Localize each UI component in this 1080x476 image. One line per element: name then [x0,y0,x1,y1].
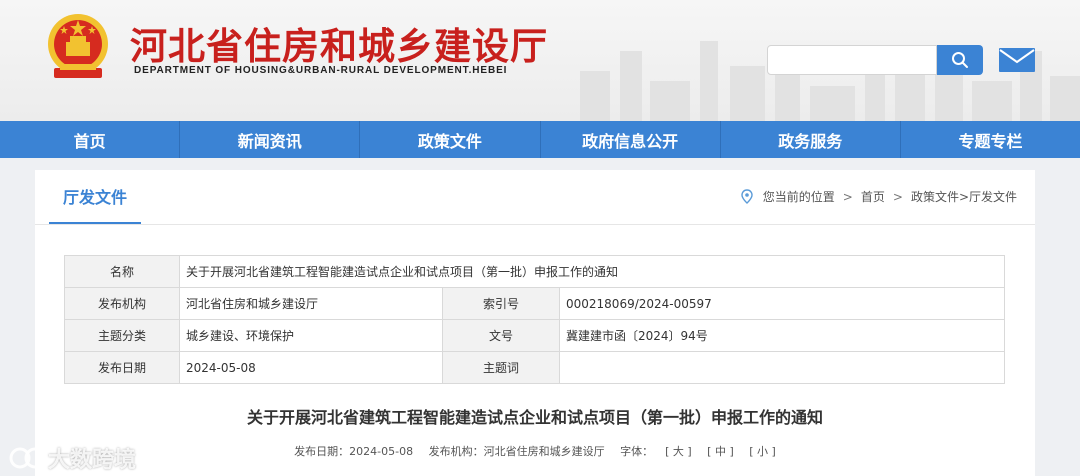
breadcrumb-separator: > [892,189,903,204]
site-subtitle: DEPARTMENT OF HOUSING&URBAN-RURAL DEVELO… [134,65,508,76]
table-row: 主题分类 城乡建设、环境保护 文号 冀建建市函〔2024〕94号 [64,319,1005,352]
article-date: 发布日期：2024-05-08 [294,445,414,458]
topic-value: 城乡建设、环境保护 [179,319,443,352]
font-size-label: 字体： [620,445,654,458]
main-nav: 首页 新闻资讯 政策文件 政府信息公开 政务服务 专题专栏 [0,121,1080,158]
breadcrumb-prefix: 您当前的位置 [762,190,835,204]
category-tab[interactable]: 厅发文件 [49,170,141,224]
watermark-text: 大数跨境 [48,448,137,473]
docno-label: 文号 [442,319,560,352]
breadcrumb-separator: > [842,189,853,204]
location-pin-icon [741,189,753,204]
site-header: 河北省住房和城乡建设厅 DEPARTMENT OF HOUSING&URBAN-… [0,0,1080,121]
name-value: 关于开展河北省建筑工程智能建造试点企业和试点项目（第一批）申报工作的通知 [179,255,1005,288]
nav-item-services[interactable]: 政务服务 [721,121,901,158]
site-title: 河北省住房和城乡建设厅 [130,25,548,68]
font-small-button[interactable]: [ 小 ] [749,445,776,458]
nav-item-topics[interactable]: 专题专栏 [901,121,1080,158]
table-row: 名称 关于开展河北省建筑工程智能建造试点企业和试点项目（第一批）申报工作的通知 [64,255,1005,288]
keywords-value [559,351,1005,384]
org-value: 河北省住房和城乡建设厅 [179,287,443,320]
search-icon [952,52,968,68]
docno-value: 冀建建市函〔2024〕94号 [559,319,1005,352]
date-value: 2024-05-08 [179,351,443,384]
keywords-label: 主题词 [442,351,560,384]
article-info: 发布日期：2024-05-08 发布机构：河北省住房和城乡建设厅 字体： [ 大 … [35,443,1035,459]
nav-item-policy[interactable]: 政策文件 [360,121,541,158]
nav-item-home[interactable]: 首页 [0,121,181,158]
breadcrumb-path-link[interactable]: 政策文件>厅发文件 [911,188,1017,205]
content-panel: 厅发文件 您当前的位置 > 首页 > 政策文件>厅发文件 名称 关于开展河北省建… [35,170,1035,476]
article-org: 发布机构：河北省住房和城乡建设厅 [428,445,605,458]
table-row: 发布日期 2024-05-08 主题词 [64,351,1005,384]
national-emblem-logo [48,14,108,78]
mail-icon[interactable] [998,47,1036,73]
date-label: 发布日期 [64,351,180,384]
nav-item-news[interactable]: 新闻资讯 [180,121,361,158]
table-row: 发布机构 河北省住房和城乡建设厅 索引号 000218069/2024-0059… [64,287,1005,320]
breadcrumb-home-link[interactable]: 首页 [861,188,885,205]
search-button[interactable] [937,45,983,75]
org-label: 发布机构 [64,287,180,320]
font-medium-button[interactable]: [ 中 ] [707,445,734,458]
font-large-button[interactable]: [ 大 ] [665,445,692,458]
topic-label: 主题分类 [64,319,180,352]
document-metadata-table: 名称 关于开展河北省建筑工程智能建造试点企业和试点项目（第一批）申报工作的通知 … [64,255,1005,384]
watermark: 大数跨境 [8,442,136,474]
breadcrumb: 您当前的位置 > 首页 > 政策文件>厅发文件 [741,188,1017,205]
index-value: 000218069/2024-00597 [559,287,1005,320]
search-input[interactable] [767,45,937,75]
name-label: 名称 [64,255,180,288]
nav-item-gov-info[interactable]: 政府信息公开 [541,121,721,158]
divider [35,224,1035,225]
index-label: 索引号 [442,287,560,320]
watermark-logo-icon [9,447,46,469]
article-title: 关于开展河北省建筑工程智能建造试点企业和试点项目（第一批）申报工作的通知 [246,408,823,427]
